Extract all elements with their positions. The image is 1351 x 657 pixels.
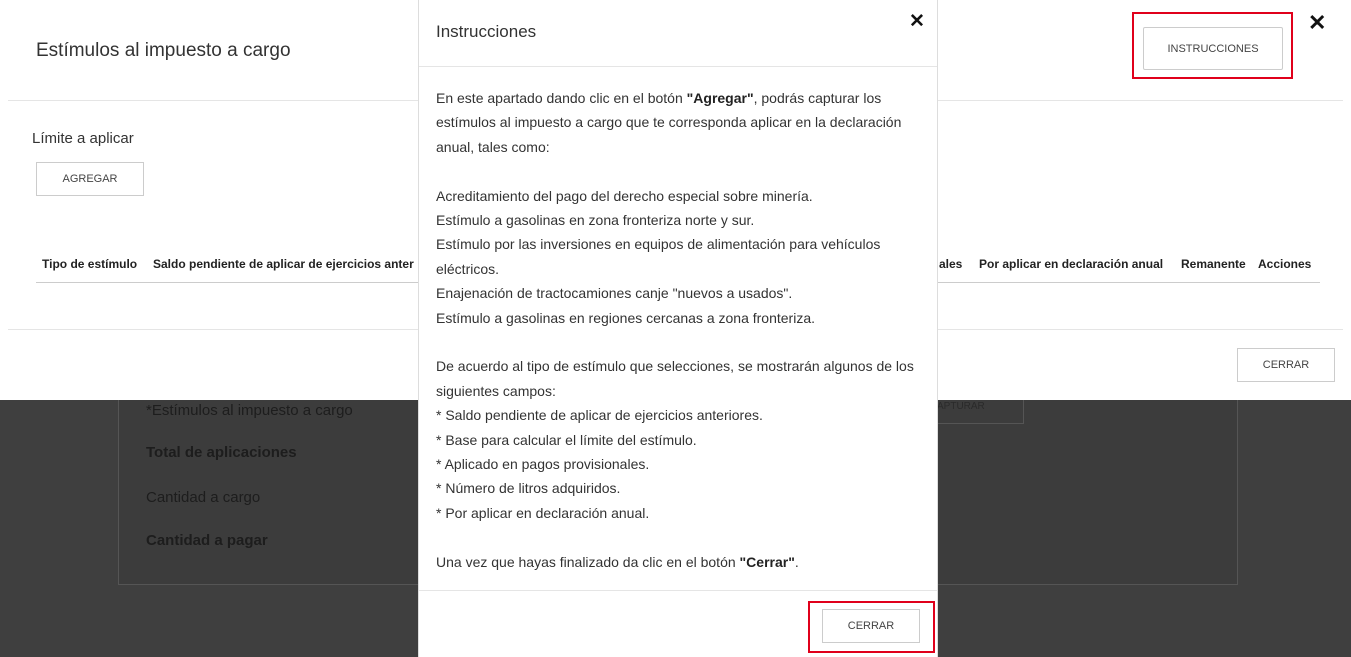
text: En este apartado dando clic en el botón (436, 90, 687, 106)
list-item: Enajenación de tractocamiones canje "nue… (436, 285, 793, 302)
instrucciones-highlight-box (1132, 12, 1293, 79)
limit-label: Límite a aplicar (32, 130, 134, 147)
cerrar-highlight-box (808, 601, 935, 653)
bg-row-cantidad-pagar: Cantidad a pagar (146, 532, 268, 549)
list-item: Estímulo a gasolinas en zona fronteriza … (436, 212, 755, 229)
text: . (794, 553, 799, 570)
instrucciones-title: Instrucciones (436, 22, 537, 41)
divider (419, 590, 937, 591)
list-item: * Por aplicar en declaración anual. (436, 504, 650, 521)
th-acciones: Acciones (1258, 257, 1312, 271)
list-item: Estímulo por las inversiones en equipos … (436, 236, 881, 277)
th-por-aplicar: Por aplicar en declaración anual (979, 257, 1164, 271)
instrucciones-body: En este apartado dando clic en el botón … (436, 86, 926, 574)
text: Una vez que hayas finalizado da clic en … (436, 553, 740, 570)
th-saldo-pendiente: Saldo pendiente de aplicar de ejercicios… (153, 257, 414, 271)
paragraph-fields: De acuerdo al tipo de estímulo que selec… (436, 358, 914, 399)
th-aplicado-pagos: ales (939, 257, 963, 271)
list-item: * Base para calcular el límite del estím… (436, 431, 697, 448)
paragraph-intro: En este apartado dando clic en el botón … (436, 86, 926, 159)
paragraph-closing: Una vez que hayas finalizado da clic en … (436, 550, 926, 574)
list-item: * Número de litros adquiridos. (436, 480, 621, 497)
list-item: * Aplicado en pagos provisionales. (436, 456, 650, 473)
th-remanente: Remanente (1181, 257, 1246, 271)
list-item: Estímulo a gasolinas en regiones cercana… (436, 309, 815, 326)
list-item: Acreditamiento del pago del derecho espe… (436, 187, 813, 204)
bold-text: "Agregar" (686, 90, 754, 106)
bg-row-estimulos: *Estímulos al impuesto a cargo (146, 402, 353, 419)
agregar-button[interactable]: AGREGAR (36, 162, 144, 196)
close-icon[interactable]: ✕ (1308, 10, 1326, 36)
bg-row-total-aplicaciones: Total de aplicaciones (146, 444, 297, 461)
bg-row-cantidad-cargo: Cantidad a cargo (146, 489, 261, 506)
list-item: * Saldo pendiente de aplicar de ejercici… (436, 407, 763, 424)
bg-capturar-button: APTURAR (930, 400, 1024, 424)
close-icon[interactable]: ✕ (909, 10, 925, 33)
instrucciones-modal: Instrucciones ✕ En este apartado dando c… (418, 0, 938, 657)
cerrar-button[interactable]: CERRAR (1237, 348, 1335, 382)
modal-title: Estímulos al impuesto a cargo (36, 40, 291, 61)
bold-text: "Cerrar" (739, 553, 795, 570)
divider (419, 66, 937, 67)
th-tipo-estimulo: Tipo de estímulo (42, 257, 138, 271)
